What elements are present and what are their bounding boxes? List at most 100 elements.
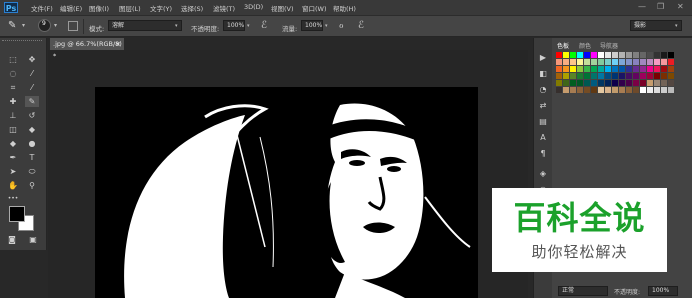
color-swatch[interactable] <box>654 73 660 79</box>
document-tab[interactable]: .jpg @ 66.7%(RGB/8) * × <box>50 38 124 60</box>
color-swatch[interactable] <box>668 52 674 58</box>
color-swatch[interactable] <box>556 87 562 93</box>
crop-icon[interactable]: ⌗ <box>6 82 20 93</box>
color-swatch[interactable] <box>661 73 667 79</box>
menu-image[interactable]: 图像(I) <box>89 3 109 13</box>
menu-type[interactable]: 文字(Y) <box>150 3 172 13</box>
lasso-icon[interactable]: ◌ <box>6 68 20 79</box>
color-swatch[interactable] <box>570 52 576 58</box>
color-swatch[interactable] <box>647 87 653 93</box>
color-swatch[interactable] <box>619 66 625 72</box>
color-swatch[interactable] <box>612 73 618 79</box>
tab-swatches[interactable]: 色板 <box>557 41 569 50</box>
color-swatch[interactable] <box>556 66 562 72</box>
color-swatch[interactable] <box>654 66 660 72</box>
color-swatch[interactable] <box>612 52 618 58</box>
color-swatch[interactable] <box>619 59 625 65</box>
pressure-opacity-icon[interactable]: ℰ <box>261 20 267 31</box>
color-swatch[interactable] <box>563 87 569 93</box>
color-swatch[interactable] <box>668 87 674 93</box>
screen-mode-icon[interactable]: ▣ <box>26 234 40 245</box>
color-swatch[interactable] <box>598 66 604 72</box>
pressure-size-icon[interactable]: ℰ <box>358 20 364 31</box>
paragraph-icon[interactable]: ¶ <box>536 148 550 159</box>
color-swatch[interactable] <box>598 52 604 58</box>
close-tab-icon[interactable]: × <box>116 38 121 50</box>
swatch-grid[interactable] <box>556 52 682 102</box>
color-swatch[interactable] <box>654 59 660 65</box>
color-swatch[interactable] <box>605 52 611 58</box>
color-swatch[interactable] <box>612 66 618 72</box>
color-swatch[interactable] <box>612 59 618 65</box>
zoom-icon[interactable]: ⚲ <box>25 180 39 191</box>
color-swatch[interactable] <box>584 73 590 79</box>
color-swatch[interactable] <box>647 52 653 58</box>
play-icon[interactable]: ▶ <box>536 52 550 63</box>
color-swatch[interactable] <box>570 59 576 65</box>
move-icon[interactable]: ✥ <box>25 54 39 65</box>
type-icon[interactable]: T <box>25 152 39 163</box>
color-swatch[interactable] <box>584 87 590 93</box>
more-tools-icon[interactable]: ••• <box>6 193 20 204</box>
airbrush-icon[interactable]: ℴ <box>339 20 344 31</box>
color-swatch[interactable] <box>640 80 646 86</box>
clone-stamp-icon[interactable]: ⊥ <box>6 110 20 121</box>
color-swatch[interactable] <box>591 66 597 72</box>
color-swatch[interactable] <box>584 80 590 86</box>
close-window-button[interactable]: ✕ <box>677 2 684 11</box>
color-swatch[interactable] <box>577 59 583 65</box>
color-swatch[interactable] <box>668 66 674 72</box>
quick-mask-icon[interactable]: ◙ <box>5 234 19 245</box>
chevron-down-icon[interactable]: ▾ <box>22 22 25 29</box>
color-swatch[interactable] <box>605 73 611 79</box>
color-swatch[interactable] <box>626 73 632 79</box>
color-swatch[interactable] <box>598 73 604 79</box>
color-swatch[interactable] <box>570 87 576 93</box>
path-select-icon[interactable]: ➤ <box>6 166 20 177</box>
color-swatch[interactable] <box>598 59 604 65</box>
color-swatch[interactable] <box>619 80 625 86</box>
color-swatch[interactable] <box>577 66 583 72</box>
eraser-icon[interactable]: ◫ <box>6 124 20 135</box>
brush-panel-icon[interactable] <box>68 21 78 31</box>
color-swatch[interactable] <box>640 66 646 72</box>
color-swatch[interactable] <box>661 87 667 93</box>
chevron-down-icon[interactable]: ▾ <box>325 23 328 29</box>
color-swatch[interactable] <box>598 87 604 93</box>
spot-healing-icon[interactable]: ✚ <box>6 96 20 107</box>
color-swatch[interactable] <box>598 80 604 86</box>
color-swatch[interactable] <box>654 87 660 93</box>
color-swatch[interactable] <box>556 80 562 86</box>
color-swatch[interactable] <box>640 73 646 79</box>
menu-file[interactable]: 文件(F) <box>31 3 53 13</box>
color-swatch[interactable] <box>563 59 569 65</box>
flow-input[interactable]: 100% <box>301 20 323 31</box>
document-canvas[interactable] <box>95 87 478 298</box>
color-swatch[interactable] <box>570 80 576 86</box>
brush-icon[interactable]: ✎ <box>25 96 39 107</box>
opacity-input[interactable]: 100% <box>223 20 245 31</box>
color-swatch[interactable] <box>647 80 653 86</box>
pen-icon[interactable]: ✒ <box>6 152 20 163</box>
color-swatch[interactable] <box>654 80 660 86</box>
color-swatch[interactable] <box>577 80 583 86</box>
color-swatch[interactable] <box>563 66 569 72</box>
layer-blend-select[interactable]: 正常 <box>558 286 608 296</box>
color-swatch[interactable] <box>612 87 618 93</box>
color-swatch[interactable] <box>577 87 583 93</box>
adjustments-icon[interactable]: ◔ <box>536 84 550 95</box>
color-swatch[interactable] <box>591 73 597 79</box>
menu-3d[interactable]: 3D(D) <box>244 3 263 11</box>
color-swatch[interactable] <box>556 59 562 65</box>
color-swatch[interactable] <box>661 59 667 65</box>
toolbox-grip[interactable] <box>2 40 42 44</box>
color-swatch[interactable] <box>563 52 569 58</box>
blur-icon[interactable]: ◆ <box>6 138 20 149</box>
color-swatch[interactable] <box>668 80 674 86</box>
color-swatch[interactable] <box>577 73 583 79</box>
color-swatch[interactable] <box>563 73 569 79</box>
color-swatch[interactable] <box>647 59 653 65</box>
color-swatch[interactable] <box>668 59 674 65</box>
color-swatch[interactable] <box>633 87 639 93</box>
color-swatch[interactable] <box>577 52 583 58</box>
